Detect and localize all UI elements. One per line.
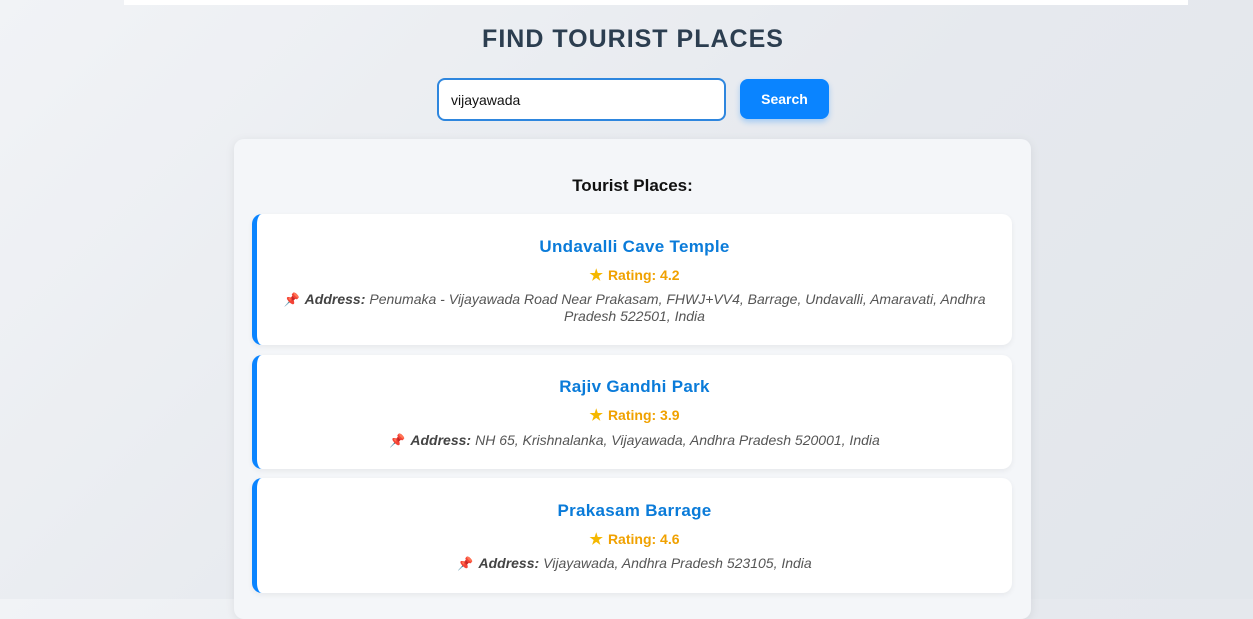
- rating-text: Rating: 4.6: [607, 531, 680, 547]
- address-label: Address:: [304, 291, 366, 307]
- place-rating: ★ Rating: 3.9: [257, 406, 1012, 424]
- address-label: Address:: [478, 555, 540, 571]
- pushpin-icon: 📌: [389, 433, 406, 448]
- star-icon: ★: [589, 407, 603, 424]
- results-heading: Tourist Places:: [572, 176, 693, 195]
- page-title: FIND TOURIST PLACES: [482, 25, 784, 53]
- place-address: 📌 Address: Penumaka - Vijayawada Road Near…: [282, 291, 987, 325]
- address-text: Penumaka - Vijayawada Road Near Prakasam…: [369, 291, 986, 324]
- place-name: Undavalli Cave Temple: [539, 237, 730, 256]
- place-card: Prakasam Barrage ★ Rating: 4.6 📌 Address: V…: [252, 478, 1012, 593]
- search-button[interactable]: Search: [740, 79, 829, 119]
- address-text: Vijayawada, Andhra Pradesh 523105, India: [543, 555, 812, 571]
- top-strip: [124, 0, 1188, 5]
- search-input[interactable]: [437, 78, 726, 121]
- place-rating: ★ Rating: 4.2: [257, 266, 1012, 284]
- address-text: NH 65, Krishnalanka, Vijayawada, Andhra …: [475, 432, 880, 448]
- place-name: Prakasam Barrage: [557, 501, 712, 520]
- rating-text: Rating: 3.9: [607, 407, 680, 423]
- pushpin-icon: 📌: [283, 292, 300, 307]
- star-icon: ★: [589, 267, 603, 284]
- place-card: Undavalli Cave Temple ★ Rating: 4.2 📌 Addr…: [252, 214, 1012, 345]
- address-label: Address:: [410, 432, 472, 448]
- results-panel: Tourist Places: Undavalli Cave Temple ★ R…: [234, 139, 1031, 619]
- pushpin-icon: 📌: [457, 556, 474, 571]
- place-address: 📌 Address: NH 65, Krishnalanka, Vijayawada…: [282, 432, 987, 449]
- place-address: 📌 Address: Vijayawada, Andhra Pradesh 5231…: [282, 555, 987, 572]
- place-card: Rajiv Gandhi Park ★ Rating: 3.9 📌 Address:…: [252, 355, 1012, 469]
- rating-text: Rating: 4.2: [607, 267, 680, 283]
- star-icon: ★: [589, 531, 603, 548]
- place-name: Rajiv Gandhi Park: [559, 377, 710, 396]
- place-rating: ★ Rating: 4.6: [257, 530, 1012, 548]
